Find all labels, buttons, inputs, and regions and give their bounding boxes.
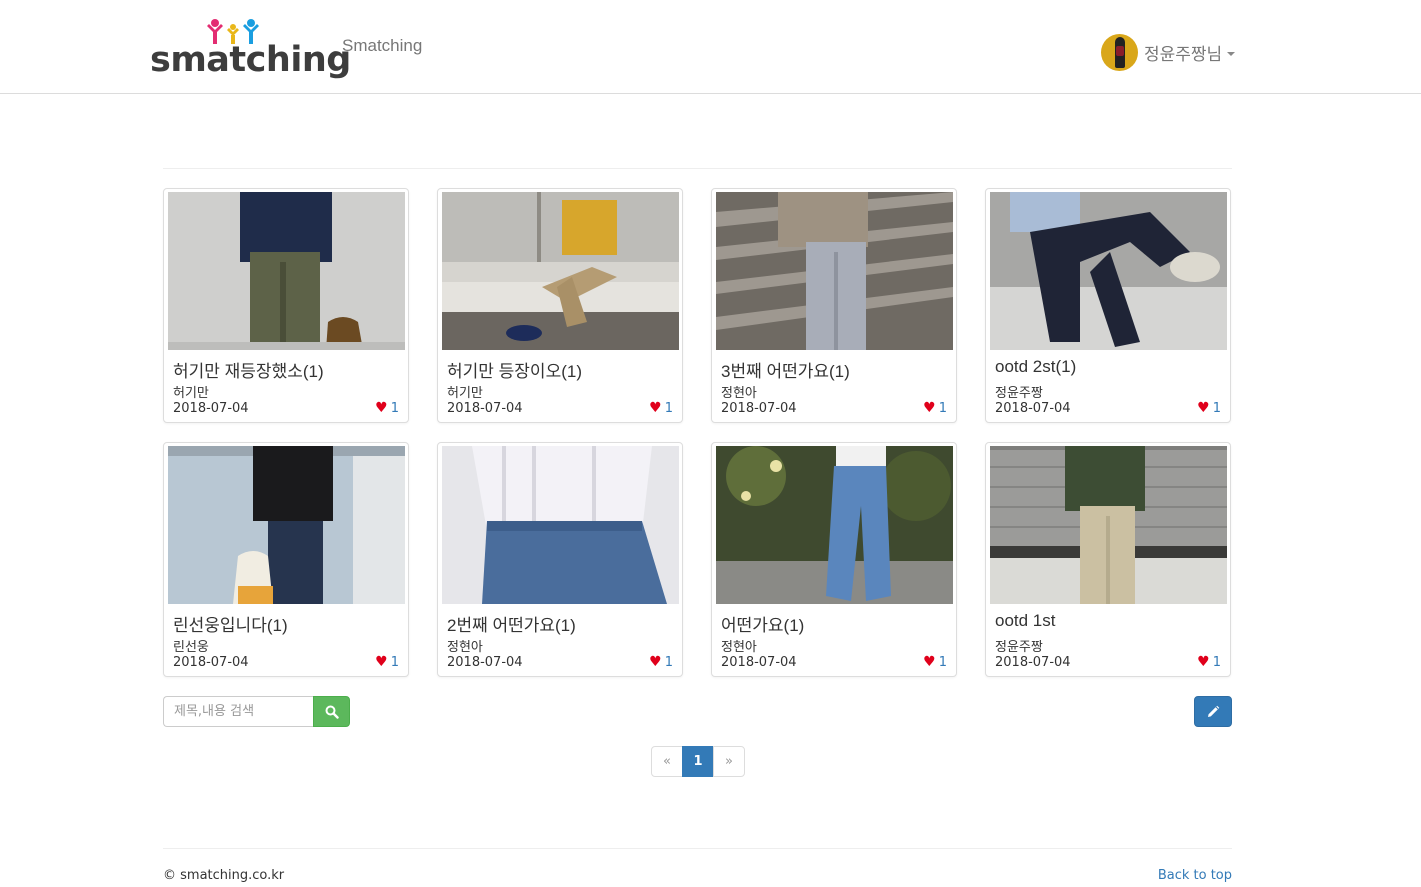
post-title[interactable]: ootd 1st [995, 611, 1056, 631]
post-thumbnail[interactable] [442, 192, 679, 350]
logo-wordmark: smatching [150, 40, 351, 80]
like-count[interactable]: ♥ 1 [649, 400, 673, 416]
post-card[interactable]: 어떤가요(1) 정현아 2018-07-04 ♥ 1 [711, 442, 957, 677]
post-author: 정현아 [447, 640, 483, 655]
like-count[interactable]: ♥ 1 [1197, 400, 1221, 416]
post-date: 2018-07-04 [447, 655, 523, 670]
search-button[interactable] [313, 696, 350, 727]
post-card[interactable]: 3번째 어떤가요(1) 정현아 2018-07-04 ♥ 1 [711, 188, 957, 423]
post-date: 2018-07-04 [721, 401, 797, 416]
post-title[interactable]: ootd 2st(1) [995, 357, 1076, 377]
post-card[interactable]: 린선웅입니다(1) 린선웅 2018-07-04 ♥ 1 [163, 442, 409, 677]
post-date: 2018-07-04 [447, 401, 523, 416]
post-card[interactable]: ootd 2st(1) 정윤주짱 2018-07-04 ♥ 1 [985, 188, 1231, 423]
post-thumbnail[interactable] [168, 192, 405, 350]
heart-icon: ♥ [1197, 400, 1210, 416]
back-to-top-link[interactable]: Back to top [1158, 868, 1232, 883]
post-title[interactable]: 허기만 등장이오(1) [447, 357, 582, 382]
post-title[interactable]: 3번째 어떤가요(1) [721, 357, 850, 382]
caret-down-icon [1227, 51, 1236, 56]
post-card[interactable]: 2번째 어떤가요(1) 정현아 2018-07-04 ♥ 1 [437, 442, 683, 677]
post-author: 린선웅 [173, 640, 209, 655]
heart-icon: ♥ [923, 654, 936, 670]
user-name: 정윤주짱님 [1144, 44, 1223, 65]
post-author: 정현아 [721, 386, 757, 401]
heart-icon: ♥ [649, 654, 662, 670]
post-title[interactable]: 어떤가요(1) [721, 611, 804, 636]
pagination-prev[interactable]: « [651, 746, 683, 777]
post-author: 허기만 [173, 386, 209, 401]
post-author: 허기만 [447, 386, 483, 401]
divider [163, 168, 1232, 169]
post-date: 2018-07-04 [173, 655, 249, 670]
like-count[interactable]: ♥ 1 [375, 654, 399, 670]
copyright-text: © smatching.co.kr [163, 868, 285, 883]
user-menu-dropdown[interactable]: 정윤주짱님 [1101, 33, 1236, 71]
smatching-logo[interactable]: smatching [150, 18, 351, 82]
post-date: 2018-07-04 [995, 655, 1071, 670]
post-title[interactable]: 2번째 어떤가요(1) [447, 611, 576, 636]
post-title[interactable]: 린선웅입니다(1) [173, 611, 288, 636]
search-form [163, 696, 350, 727]
heart-icon: ♥ [375, 654, 388, 670]
post-date: 2018-07-04 [721, 655, 797, 670]
post-thumbnail[interactable] [442, 446, 679, 604]
navbar: smatching Smatching 정윤주짱님 [0, 0, 1421, 94]
search-icon [325, 705, 339, 719]
divider [163, 848, 1232, 849]
heart-icon: ♥ [923, 400, 936, 416]
post-card[interactable]: 허기만 등장이오(1) 허기만 2018-07-04 ♥ 1 [437, 188, 683, 423]
post-thumbnail[interactable] [716, 192, 953, 350]
post-author: 정윤주짱 [995, 386, 1043, 401]
post-date: 2018-07-04 [995, 401, 1071, 416]
heart-icon: ♥ [649, 400, 662, 416]
post-thumbnail[interactable] [990, 446, 1227, 604]
heart-icon: ♥ [1197, 654, 1210, 670]
post-thumbnail[interactable] [168, 446, 405, 604]
post-thumbnail[interactable] [990, 192, 1227, 350]
post-card[interactable]: 허기만 재등장했소(1) 허기만 2018-07-04 ♥ 1 [163, 188, 409, 423]
write-post-button[interactable] [1194, 696, 1232, 727]
pagination: « 1 » [651, 746, 745, 777]
brand-link[interactable]: Smatching [342, 36, 422, 56]
like-count[interactable]: ♥ 1 [923, 400, 947, 416]
post-date: 2018-07-04 [173, 401, 249, 416]
pagination-next[interactable]: » [713, 746, 745, 777]
pencil-icon [1208, 705, 1220, 717]
avatar [1101, 33, 1138, 71]
like-count[interactable]: ♥ 1 [1197, 654, 1221, 670]
like-count[interactable]: ♥ 1 [375, 400, 399, 416]
post-thumbnail[interactable] [716, 446, 953, 604]
pagination-page-1[interactable]: 1 [682, 746, 714, 777]
like-count[interactable]: ♥ 1 [649, 654, 673, 670]
search-input[interactable] [163, 696, 313, 727]
post-author: 정윤주짱 [995, 640, 1043, 655]
post-title[interactable]: 허기만 재등장했소(1) [173, 357, 324, 382]
heart-icon: ♥ [375, 400, 388, 416]
like-count[interactable]: ♥ 1 [923, 654, 947, 670]
post-author: 정현아 [721, 640, 757, 655]
post-card[interactable]: ootd 1st 정윤주짱 2018-07-04 ♥ 1 [985, 442, 1231, 677]
